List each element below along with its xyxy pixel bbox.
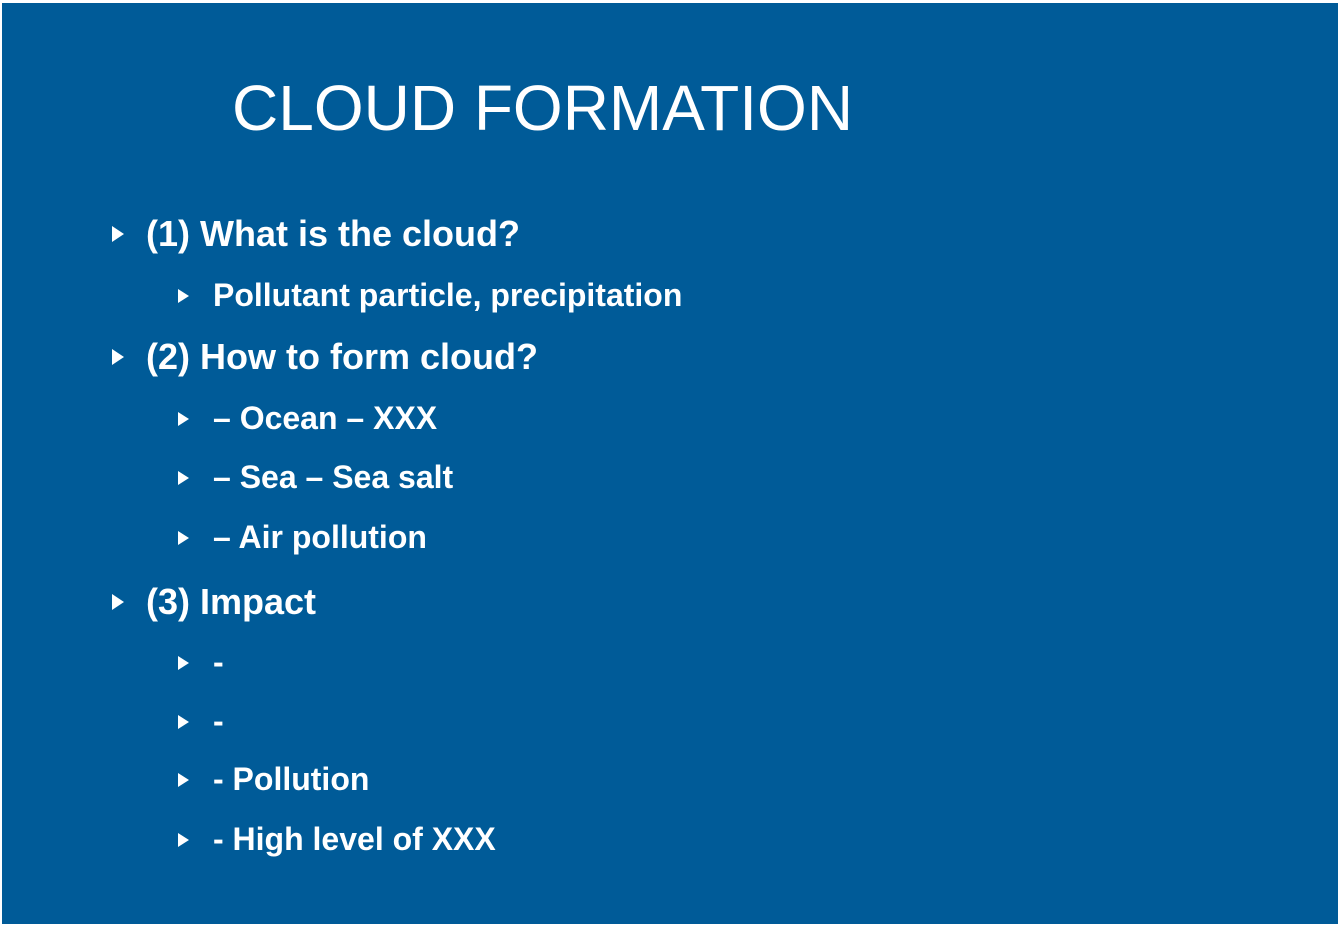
triangle-right-icon [178, 530, 189, 545]
sub-bullet-item: - Pollution [178, 761, 369, 798]
sub-bullet-item: Pollutant particle, precipitation [178, 277, 682, 314]
triangle-right-icon [178, 288, 189, 303]
bullet-item: (3) Impact [112, 581, 316, 623]
bullet-text: (1) What is the cloud? [146, 213, 520, 254]
sub-bullet-item: - [178, 703, 224, 740]
sub-bullet-text: - [213, 644, 224, 680]
triangle-right-icon [112, 226, 124, 242]
sub-bullet-item: - [178, 644, 224, 681]
bullet-item: (1) What is the cloud? [112, 213, 520, 255]
bullet-text: (2) How to form cloud? [146, 336, 538, 377]
sub-bullet-text: – Sea – Sea salt [213, 459, 454, 495]
slide-title: CLOUD FORMATION [232, 72, 854, 144]
triangle-right-icon [178, 470, 189, 485]
sub-bullet-item: – Ocean – XXX [178, 400, 437, 437]
triangle-right-icon [178, 655, 189, 670]
bullet-text: (3) Impact [146, 581, 317, 622]
bullet-item: (2) How to form cloud? [112, 336, 538, 378]
triangle-right-icon [178, 772, 189, 787]
sub-bullet-item: - High level of XXX [178, 821, 496, 858]
triangle-right-icon [112, 349, 124, 365]
sub-bullet-text: Pollutant particle, precipitation [213, 277, 683, 313]
sub-bullet-item: – Sea – Sea salt [178, 459, 453, 496]
sub-bullet-item: – Air pollution [178, 519, 427, 556]
triangle-right-icon [178, 714, 189, 729]
sub-bullet-text: - [213, 703, 224, 739]
triangle-right-icon [178, 411, 189, 426]
sub-bullet-text: - High level of XXX [213, 821, 496, 857]
triangle-right-icon [112, 594, 124, 610]
sub-bullet-text: – Air pollution [213, 519, 427, 555]
slide: CLOUD FORMATION (1) What is the cloud? P… [2, 3, 1338, 924]
sub-bullet-text: - Pollution [213, 761, 370, 797]
sub-bullet-text: – Ocean – XXX [213, 400, 438, 436]
triangle-right-icon [178, 832, 189, 847]
